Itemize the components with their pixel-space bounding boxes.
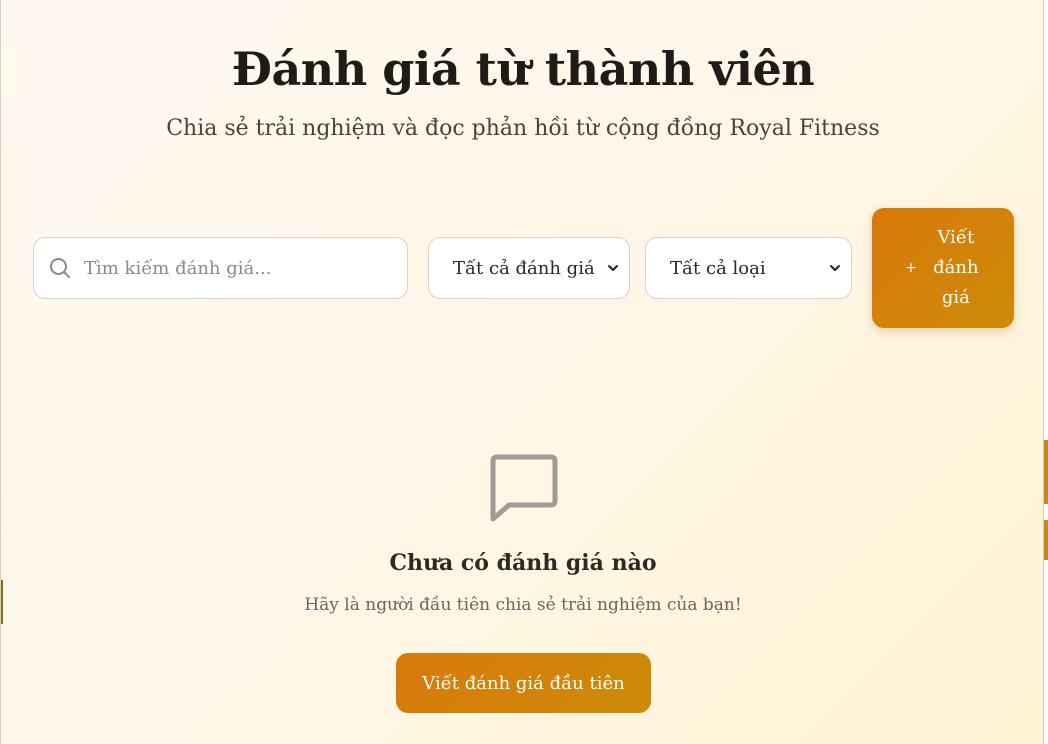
write-review-label: Viết đánh giá	[933, 227, 979, 308]
empty-state-message: Hãy là người đầu tiên chia sẻ trải nghiệ…	[304, 595, 742, 615]
plus-icon: +	[905, 260, 917, 276]
rating-filter-select[interactable]: Tất cả đánh giá	[428, 237, 630, 299]
rating-filter-value: Tất cả đánh giá	[453, 257, 595, 279]
type-filter-value: Tất cả loại	[670, 257, 766, 279]
chevron-down-icon	[608, 265, 618, 271]
type-filter-select[interactable]: Tất cả loại	[645, 237, 852, 299]
empty-state-title: Chưa có đánh giá nào	[389, 550, 657, 576]
write-review-button[interactable]: + Viết đánh giá	[872, 208, 1014, 328]
page-subtitle: Chia sẻ trải nghiệm và đọc phản hồi từ c…	[166, 116, 880, 141]
page-title: Đánh giá từ thành viên	[231, 42, 815, 96]
message-square-icon	[490, 454, 558, 522]
write-first-review-button[interactable]: Viết đánh giá đầu tiên	[396, 653, 651, 713]
chevron-down-icon	[830, 265, 840, 271]
search-icon	[50, 258, 70, 278]
reviews-modal: Đánh giá từ thành viên Chia sẻ trải nghi…	[0, 0, 1044, 744]
search-input[interactable]	[84, 257, 384, 279]
search-box[interactable]	[33, 237, 408, 299]
